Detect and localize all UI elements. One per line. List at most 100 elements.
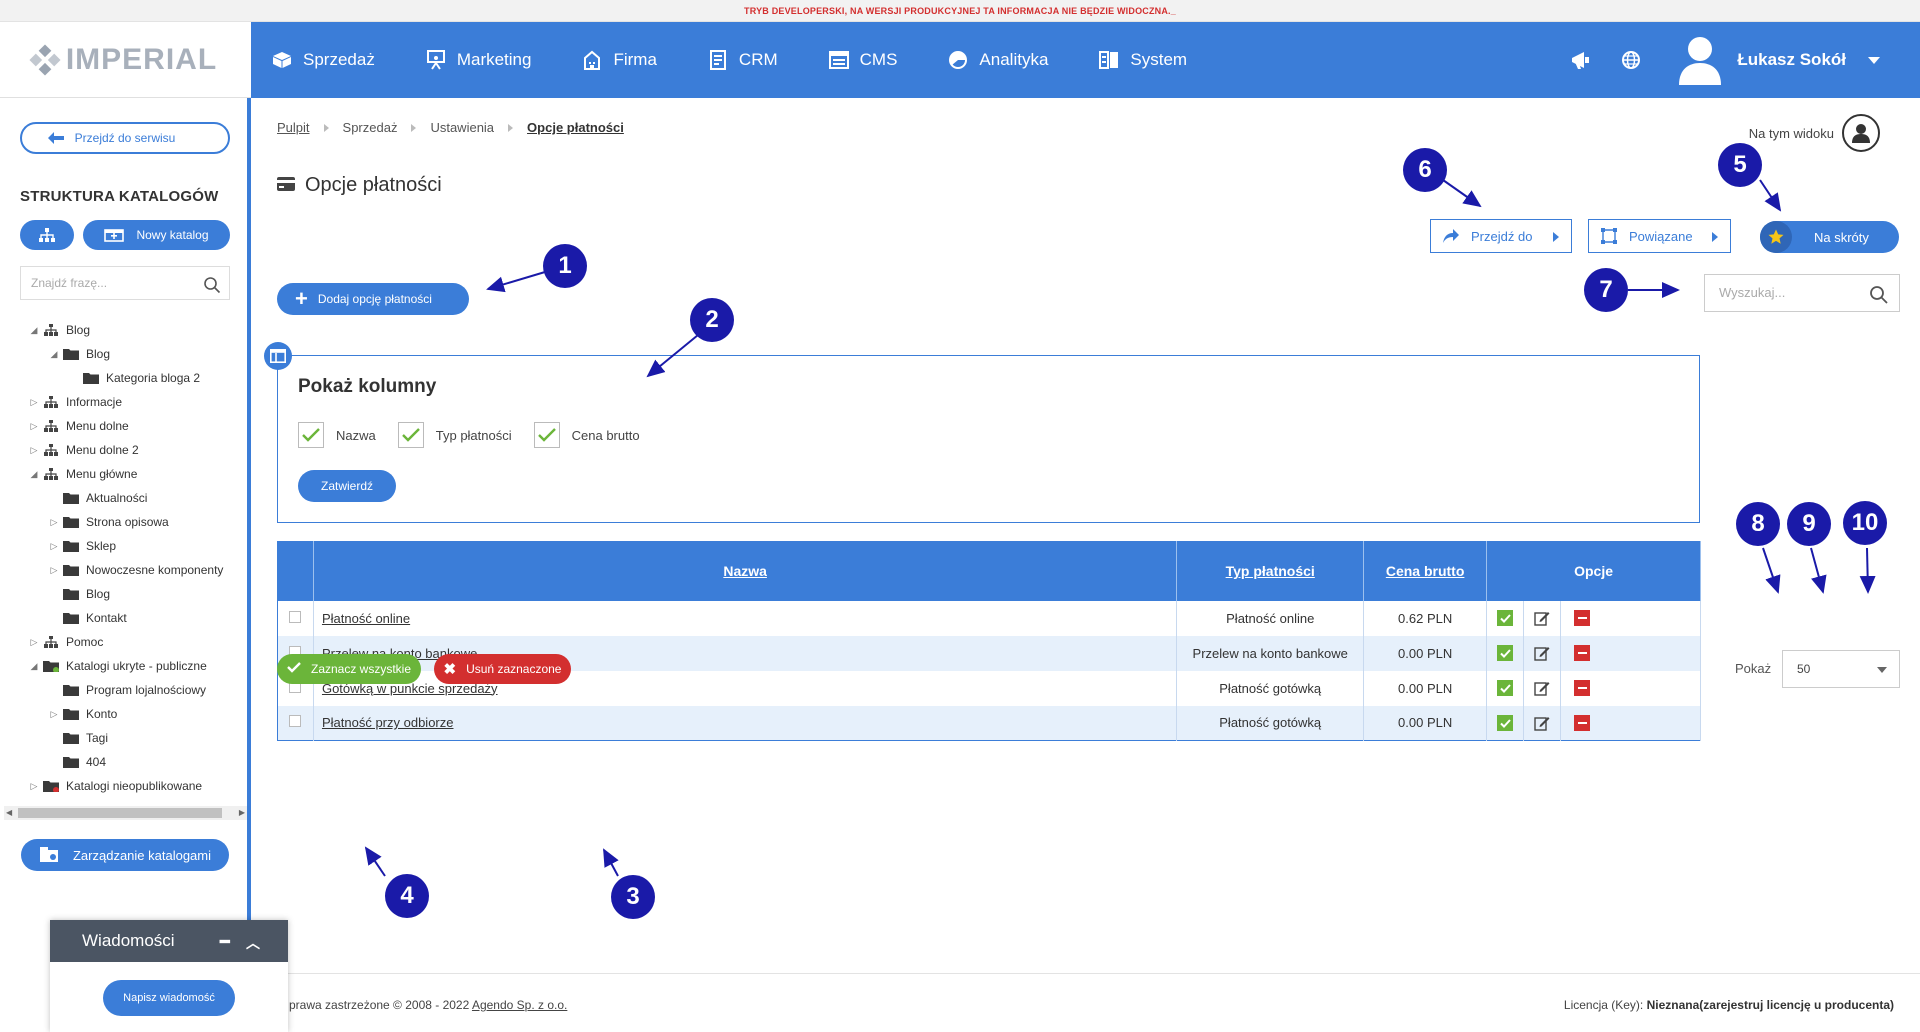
collapsed-toggle-icon[interactable]: ▷ — [46, 517, 62, 528]
expanded-toggle-icon[interactable]: ◢ — [26, 469, 42, 480]
search-input[interactable]: Wyszukaj... — [1704, 274, 1900, 312]
tree-item[interactable]: ◢ Menu główne — [26, 462, 251, 486]
tree-item[interactable]: Tagi — [26, 726, 251, 750]
nav-item-marketing[interactable]: Marketing — [425, 50, 531, 70]
collapsed-toggle-icon[interactable]: ▷ — [26, 397, 42, 408]
row-checkbox[interactable] — [289, 610, 302, 623]
go-to-service-button[interactable]: Przejdź do serwisu — [20, 122, 230, 154]
column-header-cena-brutto[interactable]: Cena brutto — [1363, 541, 1488, 601]
checkbox[interactable] — [298, 422, 324, 448]
column-header-typ-platnosci[interactable]: Typ płatności — [1176, 541, 1365, 601]
collapsed-toggle-icon[interactable]: ▷ — [46, 541, 62, 552]
tree-item[interactable]: Blog — [26, 582, 251, 606]
chevron-up-icon[interactable]: ︿ — [246, 933, 260, 953]
expanded-toggle-icon[interactable]: ◢ — [26, 661, 42, 672]
search-icon[interactable] — [203, 274, 221, 306]
nav-item-sprzedaz[interactable]: Sprzedaż — [271, 50, 375, 70]
tree-item[interactable]: ▷ Nowoczesne komponenty — [26, 558, 251, 582]
active-check-icon[interactable] — [1497, 680, 1514, 697]
tree-item[interactable]: ◢ Katalogi ukryte - publiczne — [26, 654, 251, 678]
delete-icon[interactable] — [1574, 715, 1591, 732]
collapsed-toggle-icon[interactable]: ▷ — [46, 565, 62, 576]
sidebar-horizontal-scrollbar[interactable]: ◀ ▶ — [4, 806, 247, 820]
nav-item-system[interactable]: System — [1098, 50, 1187, 70]
megaphone-icon[interactable] — [1569, 48, 1593, 72]
tree-item[interactable]: ▷ Menu dolne — [26, 414, 251, 438]
nav-item-firma[interactable]: Firma — [581, 50, 657, 70]
go-to-button[interactable]: Przejdź do — [1430, 219, 1572, 253]
tree-item[interactable]: ▷ Strona opisowa — [26, 510, 251, 534]
breadcrumb-pulpit[interactable]: Pulpit — [277, 120, 310, 135]
scrollbar-thumb[interactable] — [18, 808, 222, 818]
collapsed-toggle-icon[interactable]: ▷ — [26, 637, 42, 648]
write-message-button[interactable]: Napisz wiadomość — [103, 980, 235, 1016]
column-option-cena-brutto[interactable]: Cena brutto — [533, 422, 640, 448]
expanded-toggle-icon[interactable]: ◢ — [46, 349, 62, 360]
tree-item[interactable]: ▷ Konto — [26, 702, 251, 726]
edit-icon[interactable] — [1534, 714, 1550, 731]
tree-item[interactable]: ▷ Pomoc — [26, 630, 251, 654]
search-icon[interactable] — [1869, 283, 1889, 319]
tree-item[interactable]: ◢ Blog — [26, 318, 251, 342]
tree-item[interactable]: Kategoria bloga 2 — [26, 366, 251, 390]
tree-item[interactable]: ◢ Blog — [26, 342, 251, 366]
tree-item[interactable]: 404 — [26, 750, 251, 774]
tree-item[interactable]: ▷ Sklep — [26, 534, 251, 558]
confirm-columns-button[interactable]: Zatwierdź — [298, 470, 396, 502]
chevron-down-icon[interactable] — [1868, 56, 1880, 64]
tree-item[interactable]: ▷ Katalogi nieopublikowane — [26, 774, 251, 798]
cell-nazwa[interactable]: Płatność online — [313, 600, 1178, 636]
tree-item[interactable]: ▷ Informacje — [26, 390, 251, 414]
expanded-toggle-icon[interactable]: ◢ — [26, 325, 42, 336]
tree-item[interactable]: Aktualności — [26, 486, 251, 510]
new-catalog-button[interactable]: Nowy katalog — [83, 220, 230, 250]
logo[interactable]: IMPERIAL — [0, 22, 251, 98]
shortcuts-button[interactable]: Na skróty — [1760, 221, 1899, 253]
delete-icon[interactable] — [1574, 645, 1591, 662]
catalog-search-input[interactable]: Znajdź frazę... — [20, 266, 230, 300]
edit-icon[interactable] — [1534, 610, 1550, 626]
scroll-right-icon[interactable]: ▶ — [239, 808, 245, 817]
company-link[interactable]: Agendo Sp. z o.o. — [472, 998, 567, 1012]
delete-icon[interactable] — [1574, 680, 1591, 697]
delete-icon[interactable] — [1574, 610, 1591, 627]
scroll-left-icon[interactable]: ◀ — [6, 808, 12, 817]
tree-item[interactable]: Program lojalnościowy — [26, 678, 251, 702]
select-all-button[interactable]: Zaznacz wszystkie — [277, 654, 421, 684]
column-option-nazwa[interactable]: Nazwa — [298, 422, 376, 448]
related-button[interactable]: Powiązane — [1588, 219, 1731, 253]
edit-icon[interactable] — [1534, 680, 1550, 696]
add-payment-option-button[interactable]: + Dodaj opcję płatności — [277, 283, 469, 315]
messages-header[interactable]: Wiadomości ━ ︿ — [50, 920, 288, 962]
edit-icon[interactable] — [1534, 645, 1550, 661]
tree-view-button[interactable] — [20, 220, 74, 250]
row-checkbox[interactable] — [289, 715, 302, 728]
globe-icon[interactable] — [1619, 48, 1643, 72]
user-circle-icon[interactable] — [1842, 114, 1880, 152]
active-check-icon[interactable] — [1497, 715, 1514, 732]
page-size-select[interactable]: 50 — [1782, 650, 1900, 688]
view-settings[interactable]: Na tym widoku — [1749, 114, 1880, 152]
checkbox[interactable] — [397, 422, 424, 448]
tree-item[interactable]: ▷ Menu dolne 2 — [26, 438, 251, 462]
column-option-typ-platnosci[interactable]: Typ płatności — [397, 422, 512, 448]
delete-selected-button[interactable]: ✖ Usuń zaznaczone — [434, 654, 571, 684]
tree-item[interactable]: Kontakt — [26, 606, 251, 630]
nav-item-cms[interactable]: CMS — [828, 50, 897, 70]
nav-item-crm[interactable]: CRM — [707, 50, 778, 70]
nav-item-analityka[interactable]: Analityka — [947, 50, 1048, 70]
collapsed-toggle-icon[interactable]: ▷ — [26, 445, 42, 456]
collapsed-toggle-icon[interactable]: ▷ — [26, 781, 42, 792]
collapsed-toggle-icon[interactable]: ▷ — [26, 421, 42, 432]
breadcrumb-current[interactable]: Opcje płatności — [527, 120, 624, 135]
active-check-icon[interactable] — [1497, 645, 1514, 662]
user-avatar-icon[interactable] — [1679, 35, 1722, 85]
collapsed-toggle-icon[interactable]: ▷ — [46, 709, 62, 720]
columns-icon[interactable] — [264, 342, 292, 370]
checkbox[interactable] — [533, 422, 560, 448]
column-header-nazwa[interactable]: Nazwa — [313, 541, 1178, 601]
manage-catalogs-button[interactable]: Zarządzanie katalogami — [21, 839, 229, 871]
cell-nazwa[interactable]: Płatność przy odbiorze — [313, 705, 1178, 741]
active-check-icon[interactable] — [1497, 610, 1514, 627]
user-name[interactable]: Łukasz Sokół — [1737, 50, 1846, 70]
